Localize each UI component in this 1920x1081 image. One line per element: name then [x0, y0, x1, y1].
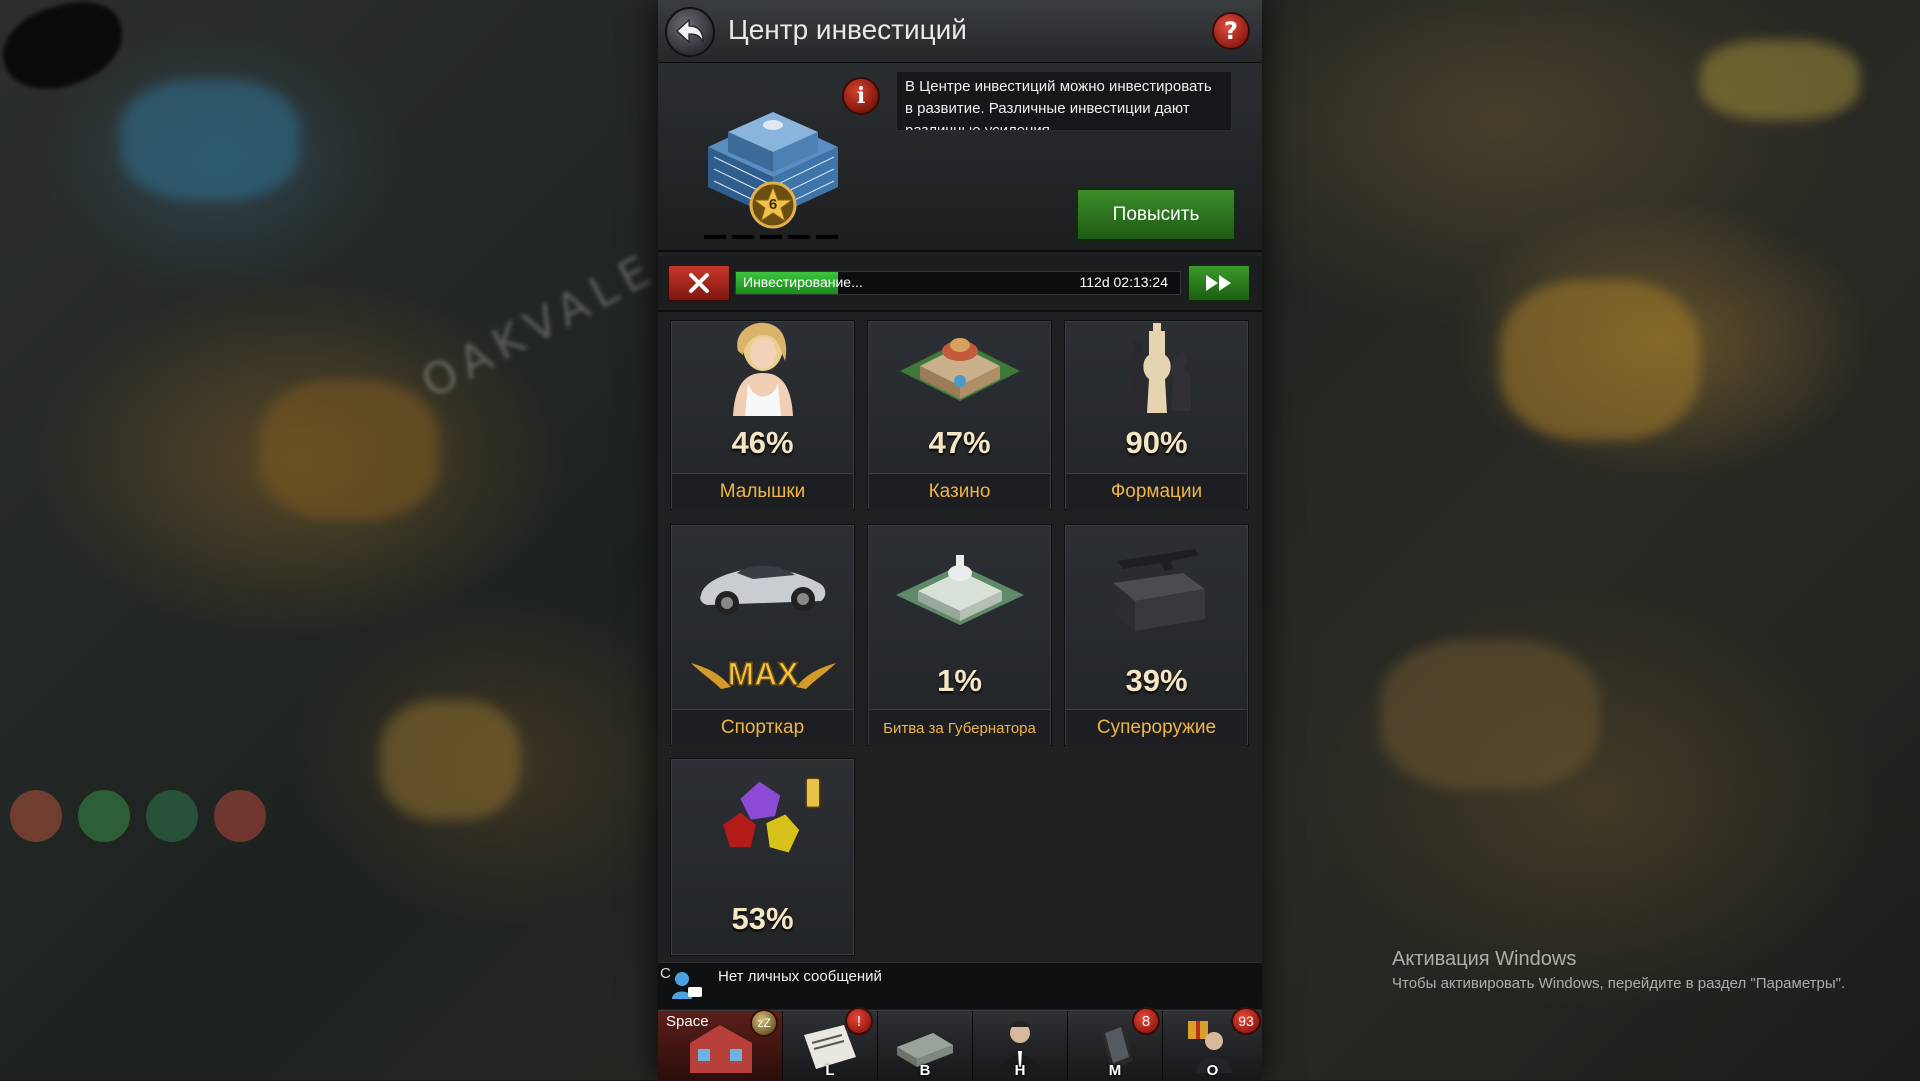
sleep-badge: zZ: [750, 1009, 778, 1037]
help-button[interactable]: ?: [1212, 12, 1250, 50]
cancel-investment-button[interactable]: [668, 265, 730, 301]
investment-percent: 47%: [928, 425, 991, 460]
tab-key: M: [1108, 1062, 1122, 1079]
chess-icon: [1127, 323, 1191, 413]
message-count-badge: 8: [1132, 1007, 1160, 1035]
speed-up-button[interactable]: [1188, 265, 1250, 301]
gems-icon: [723, 777, 821, 853]
tab-o[interactable]: O 93: [1163, 1007, 1262, 1081]
girl-icon: [733, 322, 793, 416]
investment-percent: 1%: [937, 663, 982, 698]
tab-m[interactable]: M 8: [1068, 1007, 1163, 1081]
investment-progress-bar: Инвестирование... 112d 02:13:24: [735, 271, 1181, 295]
investment-percent: 53%: [731, 901, 794, 936]
tab-l[interactable]: L !: [783, 1007, 878, 1081]
investment-percent: 46%: [731, 425, 794, 460]
investment-percent: 39%: [1125, 663, 1188, 698]
investment-card-sportscar[interactable]: MAX Спорткар: [670, 524, 855, 746]
back-arrow-icon: [676, 18, 704, 44]
tab-b[interactable]: B: [878, 1011, 973, 1081]
progress-time: 112d 02:13:24: [1079, 274, 1169, 290]
investment-card-formations[interactable]: 90% Формации: [1064, 320, 1249, 510]
investment-label: Битва за Губернатора: [883, 720, 1036, 737]
investment-label: Казино: [928, 481, 991, 502]
chat-message: Нет личных сообщений: [718, 968, 882, 985]
question-icon: ?: [1224, 17, 1238, 45]
upgrade-button[interactable]: Повысить: [1076, 188, 1236, 241]
investment-card-superweapon[interactable]: 39% Супероружие: [1064, 524, 1249, 746]
fast-forward-icon: [1206, 275, 1231, 291]
investment-label: Супероружие: [1096, 717, 1217, 738]
alert-badge: !: [845, 1007, 873, 1035]
dialog-titlebar: Центр инвестиций ?: [658, 0, 1262, 63]
tab-key: B: [919, 1062, 931, 1079]
investment-building-icon: 6: [708, 112, 838, 229]
tab-key: O: [1206, 1062, 1219, 1079]
investment-card-gems[interactable]: 53%: [670, 758, 855, 956]
close-icon: [689, 273, 709, 293]
investment-card-casino[interactable]: 47% Казино: [867, 320, 1052, 510]
info-button[interactable]: i: [842, 77, 880, 115]
info-icon: i: [856, 83, 866, 109]
capitol-icon: [896, 555, 1024, 625]
investment-label: Формации: [1110, 481, 1203, 502]
casino-icon: [900, 338, 1020, 401]
tab-key: L: [825, 1062, 835, 1079]
chat-bar[interactable]: С Нет личных сообщений: [658, 962, 1262, 1009]
max-label: MAX: [727, 656, 799, 692]
investment-progress-row: Инвестирование... 112d 02:13:24: [658, 256, 1262, 312]
investment-label: Малышки: [719, 481, 806, 502]
investment-card-girls[interactable]: 46% Малышки: [670, 320, 855, 510]
investment-label: Спорткар: [720, 717, 805, 738]
background-city-label: OAKVALE: [413, 242, 666, 409]
back-button[interactable]: [665, 7, 715, 57]
progress-label: Инвестирование...: [743, 274, 863, 290]
sportscar-icon: [700, 565, 826, 615]
watermark-text: Чтобы активировать Windows, перейдите в …: [1392, 975, 1846, 992]
investment-percent: 90%: [1125, 425, 1188, 460]
dialog-title: Центр инвестиций: [728, 14, 967, 45]
watermark-title: Активация Windows: [1392, 948, 1577, 970]
max-level-icon: MAX: [691, 655, 836, 693]
bottom-navigation: Space zZ L ! B H M 8 O 93: [658, 1007, 1262, 1081]
building-level: 6: [769, 196, 777, 213]
description-text: В Центре инвестиций можно инвестировать …: [896, 71, 1232, 131]
level-progress-dots: [704, 235, 838, 239]
tab-key: H: [1014, 1062, 1026, 1079]
gift-count-badge: 93: [1231, 1007, 1261, 1035]
tab-h[interactable]: H: [973, 1011, 1068, 1081]
private-message-icon: [672, 972, 702, 999]
tab-space[interactable]: Space zZ: [658, 1009, 783, 1081]
weapon-crate-icon: [1113, 549, 1205, 631]
tab-key: Space: [666, 1013, 709, 1030]
background-side-icons: [10, 790, 266, 842]
investment-center-dialog: Центр инвестиций ? 6 i В Центре инвестиц…: [658, 0, 1262, 1081]
windows-activation-watermark: Активация Windows Чтобы активировать Win…: [1392, 948, 1845, 992]
building-header-panel: 6 i В Центре инвестиций можно инвестиров…: [658, 63, 1262, 252]
investment-card-governor[interactable]: 1% Битва за Губернатора: [867, 524, 1052, 746]
